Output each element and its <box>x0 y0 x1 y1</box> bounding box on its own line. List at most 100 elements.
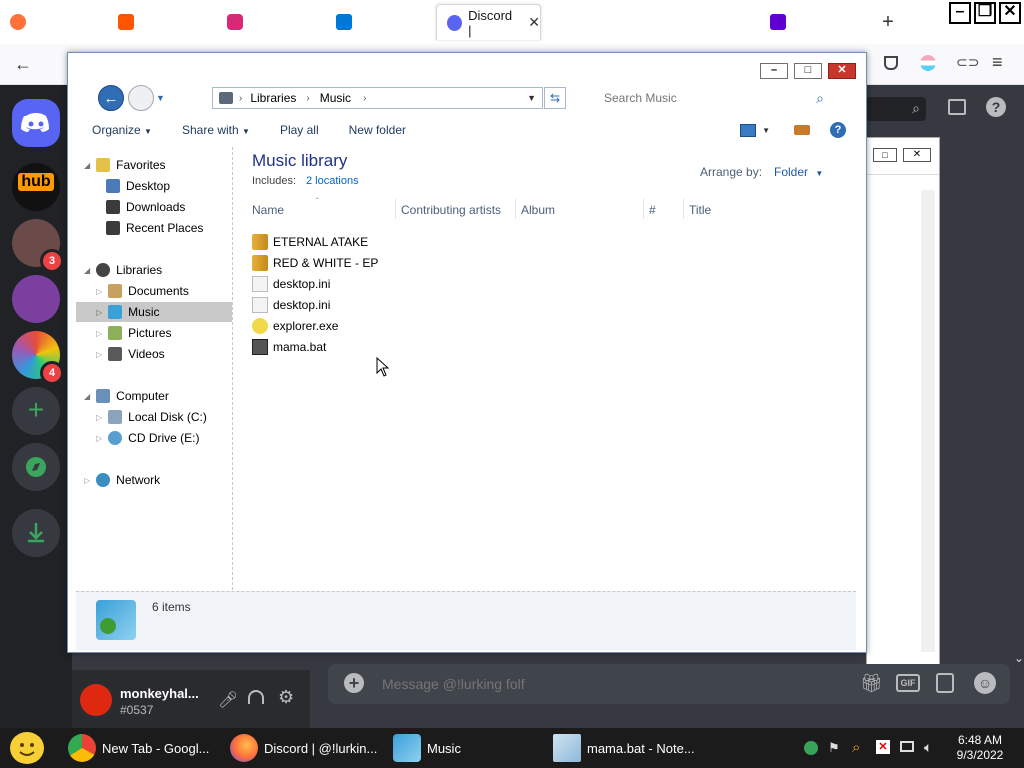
forward-button[interactable] <box>128 85 154 111</box>
search-input[interactable] <box>602 90 806 106</box>
system-clock[interactable]: 6:48 AM 9/3/2022 <box>950 733 1010 763</box>
network-icon[interactable] <box>900 741 914 752</box>
tab-soundcloud[interactable] <box>114 4 138 40</box>
file-row[interactable]: RED & WHITE - EP <box>252 253 378 273</box>
nav-downloads[interactable]: Downloads <box>106 197 185 217</box>
expand-chevron-icon[interactable]: ◢ <box>84 266 90 275</box>
play-all-button[interactable]: Play all <box>280 123 319 137</box>
organize-button[interactable]: Organize ▼ <box>92 123 152 137</box>
chevron-down-icon[interactable]: ⌄ <box>1014 651 1024 665</box>
expand-arrow-icon[interactable]: ▷ <box>96 350 102 359</box>
emoji-icon[interactable]: ☺ <box>974 672 996 694</box>
arrange-by-dropdown[interactable]: Folder ▼ <box>774 165 823 179</box>
close-icon[interactable]: ✕ <box>999 2 1021 24</box>
maximize-icon[interactable]: □ <box>794 63 822 79</box>
tab-firefox[interactable] <box>6 4 30 40</box>
nav-favorites[interactable]: ◢ Favorites <box>84 155 166 175</box>
maximize-icon[interactable]: □ <box>873 148 897 162</box>
column-header-number[interactable]: # <box>649 203 656 217</box>
column-header-title[interactable]: Title <box>689 203 711 217</box>
nav-documents[interactable]: ▷ Documents <box>96 281 189 301</box>
column-header-name[interactable]: Name <box>252 203 284 217</box>
pocket-icon[interactable] <box>884 56 898 70</box>
new-folder-button[interactable]: New folder <box>349 123 406 137</box>
taskbar-music[interactable]: Music <box>393 728 461 768</box>
tab-instagram[interactable] <box>223 4 247 40</box>
nav-cd-drive[interactable]: ▷ CD Drive (E:) <box>96 428 200 448</box>
file-row[interactable]: desktop.ini <box>252 295 330 315</box>
address-dropdown-icon[interactable]: ▼ <box>527 93 536 103</box>
new-tab-button[interactable]: + <box>876 4 900 40</box>
column-header-album[interactable]: Album <box>521 203 555 217</box>
tab-outlook[interactable] <box>332 4 356 40</box>
file-row[interactable]: ETERNAL ATAKE <box>252 232 368 252</box>
volume-icon[interactable]: 🔈︎ <box>924 739 932 756</box>
column-header-artists[interactable]: Contributing artists <box>401 203 501 217</box>
close-icon[interactable]: ✕ <box>903 148 931 162</box>
includes-locations-link[interactable]: 2 locations <box>306 175 359 187</box>
tray-app-icon[interactable] <box>804 741 818 755</box>
search-icon[interactable]: ⌕ <box>816 90 824 107</box>
tray-search-icon[interactable]: ⌕ <box>852 739 860 756</box>
chevron-down-icon[interactable]: ▼ <box>762 126 770 135</box>
search-box[interactable]: ⌕ <box>592 87 832 109</box>
breadcrumb-music[interactable]: Music <box>320 91 351 105</box>
expand-arrow-icon[interactable]: ▷ <box>96 287 102 296</box>
preview-pane-icon[interactable] <box>794 125 810 135</box>
taskbar-firefox[interactable]: Discord | @!lurkin... <box>230 728 377 768</box>
share-with-button[interactable]: Share with ▼ <box>182 123 250 137</box>
help-icon[interactable]: ? <box>986 97 1006 117</box>
nav-local-disk[interactable]: ▷ Local Disk (C:) <box>96 407 207 427</box>
action-center-icon[interactable]: ✕ <box>876 740 890 754</box>
settings-gear-icon[interactable]: ⚙ <box>278 687 294 708</box>
search-box[interactable]: ⌕ <box>866 97 926 121</box>
help-icon[interactable]: ? <box>830 122 846 138</box>
minimize-icon[interactable]: – <box>760 63 788 79</box>
tab-yahoo[interactable] <box>766 4 790 40</box>
mute-microphone-icon[interactable]: 🎤︎ <box>218 690 238 710</box>
sticker-icon[interactable] <box>936 673 954 693</box>
tray-flag-icon[interactable]: ⚑ <box>828 740 840 756</box>
change-view-icon[interactable] <box>740 123 757 137</box>
expand-arrow-icon[interactable]: ▷ <box>96 329 102 338</box>
start-button[interactable] <box>10 732 44 764</box>
taskbar-chrome[interactable]: New Tab - Googl... <box>68 728 209 768</box>
nav-music[interactable]: ▷ Music <box>76 302 232 322</box>
nav-videos[interactable]: ▷ Videos <box>96 344 165 364</box>
back-button[interactable]: ← <box>98 85 124 111</box>
expand-chevron-icon[interactable]: ◢ <box>84 161 90 170</box>
extension-icon[interactable] <box>920 55 936 71</box>
nav-recent-places[interactable]: Recent Places <box>106 218 203 238</box>
refresh-icon[interactable]: ⇆ <box>544 87 566 109</box>
nav-desktop[interactable]: Desktop <box>106 176 170 196</box>
headphones-icon[interactable] <box>248 690 264 704</box>
gif-icon[interactable]: GIF <box>896 674 920 692</box>
add-server-icon[interactable]: + <box>12 387 60 435</box>
minimize-icon[interactable]: – <box>949 2 971 24</box>
file-row[interactable]: explorer.exe <box>252 316 338 336</box>
expand-chevron-icon[interactable]: ◢ <box>84 392 90 401</box>
file-row[interactable]: mama.bat <box>252 337 326 357</box>
explore-servers-icon[interactable] <box>12 443 60 491</box>
nav-libraries[interactable]: ◢ Libraries <box>84 260 162 280</box>
server-anime-2[interactable] <box>12 275 60 323</box>
expand-arrow-icon[interactable]: ▷ <box>96 308 102 317</box>
expand-arrow-icon[interactable]: ▷ <box>96 434 102 443</box>
inbox-icon[interactable] <box>948 99 966 115</box>
nav-network[interactable]: ▷ Network <box>84 470 160 490</box>
discord-home-icon[interactable] <box>12 99 60 147</box>
vertical-scrollbar[interactable] <box>921 190 935 652</box>
close-icon[interactable]: ✕ <box>828 63 856 79</box>
back-arrow-icon[interactable]: ← <box>14 54 32 75</box>
recent-pages-chevron-icon[interactable]: ▼ <box>156 93 165 103</box>
gift-icon[interactable]: 🎁︎ <box>860 673 883 694</box>
expand-arrow-icon[interactable]: ▷ <box>96 413 102 422</box>
close-tab-icon[interactable]: ✕ <box>528 14 540 31</box>
address-bar[interactable]: › Libraries › Music › ▼ <box>212 87 543 109</box>
nav-computer[interactable]: ◢ Computer <box>84 386 169 406</box>
tab-discord[interactable]: Discord | ✕ <box>436 4 541 40</box>
add-attachment-icon[interactable]: + <box>344 673 364 693</box>
maximize-icon[interactable]: ❐ <box>974 2 996 24</box>
nav-pictures[interactable]: ▷ Pictures <box>96 323 172 343</box>
hamburger-menu-icon[interactable]: ≡ <box>992 52 1003 73</box>
